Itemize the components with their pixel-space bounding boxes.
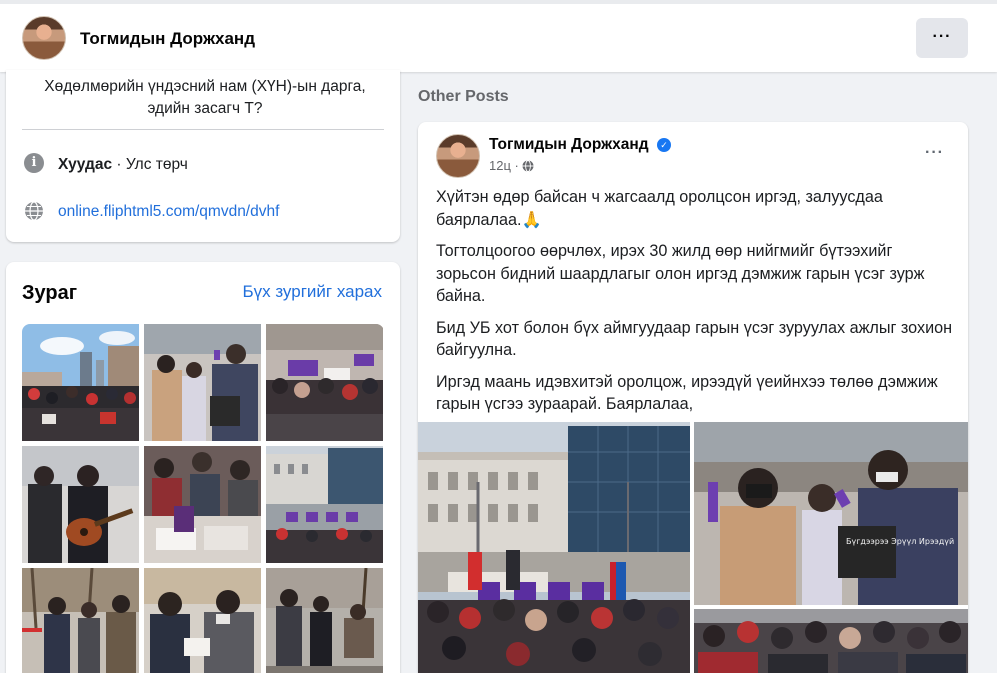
- info-icon: i: [24, 153, 44, 173]
- page-type-label: Хуудас: [58, 156, 113, 173]
- photos-title: Зураг: [22, 282, 78, 304]
- page-header: Тогмидын Доржханд ···: [0, 0, 997, 72]
- more-options-button[interactable]: ···: [916, 18, 968, 58]
- photo-thumbnail[interactable]: [22, 446, 139, 563]
- globe-icon: [25, 201, 43, 221]
- post-media[interactable]: Бүгдээрээ Эрүүл Ирээдүй: [418, 422, 968, 673]
- photo-thumbnail[interactable]: [22, 324, 139, 441]
- photo-thumbnail[interactable]: [266, 446, 383, 563]
- post-time-label[interactable]: 12ц ·: [489, 158, 519, 173]
- post-author-avatar[interactable]: [436, 134, 480, 178]
- verified-badge-icon: ✓: [657, 138, 671, 152]
- post-timestamp[interactable]: 12ц ·: [489, 158, 534, 173]
- bio-text: Хөдөлмөрийн үндэсний нам (ХҮН)-ын дарга,…: [44, 78, 366, 117]
- website-link[interactable]: online.fliphtml5.com/qmvdn/dvhf: [58, 203, 279, 221]
- photo-thumbnail[interactable]: [144, 446, 261, 563]
- photo-thumbnail[interactable]: [144, 324, 261, 441]
- photo-thumbnail[interactable]: [22, 568, 139, 673]
- post-paragraph: Иргэд маань идэвхитэй оролцож, ирээдүй ү…: [436, 372, 938, 414]
- intro-card: Хөдөлмөрийн үндэсний нам (ХҮН)-ын дарга,…: [6, 70, 400, 242]
- photo-grid: [22, 324, 384, 673]
- post-card: Тогмидын Доржханд ✓ 12ц · ··· Хүйтэн өдө…: [418, 122, 968, 673]
- post-photo-collage[interactable]: Бүгдээрээ Эрүүл Ирээдүй: [418, 422, 968, 673]
- photo-thumbnail[interactable]: [266, 568, 383, 673]
- other-posts-label: Other Posts: [418, 88, 509, 105]
- photo-thumbnail[interactable]: [266, 324, 383, 441]
- photo-thumbnail[interactable]: [144, 568, 261, 673]
- page-category-label: · Улс төрч: [112, 156, 188, 173]
- post-author-name[interactable]: Тогмидын Доржханд: [489, 136, 649, 154]
- public-audience-icon: [522, 160, 534, 172]
- page-category: Хуудас · Улс төрч: [58, 156, 188, 174]
- post-body: Хүйтэн өдөр байсан ч жагсаалд оролцсон и…: [436, 186, 956, 425]
- photos-card: Зураг Бүх зургийг харах: [6, 262, 400, 673]
- divider: [22, 129, 384, 130]
- see-all-photos-link[interactable]: Бүх зургийг харах: [242, 282, 382, 302]
- profile-avatar[interactable]: [22, 16, 66, 60]
- post-paragraph: Хүйтэн өдөр байсан ч жагсаалд оролцсон и…: [436, 188, 883, 229]
- post-more-options-button[interactable]: ···: [925, 144, 944, 162]
- protest-sign-text: Бүгдээрээ Эрүүл Ирээдүй: [846, 537, 954, 546]
- post-paragraph: Тогтолцоогоо өөрчлөх, ирэх 30 жилд өөр н…: [436, 242, 925, 305]
- post-paragraph: Бид УБ хот болон бүх аймгуудаар гарын үс…: [436, 318, 953, 360]
- page-name[interactable]: Тогмидын Доржханд: [80, 29, 255, 49]
